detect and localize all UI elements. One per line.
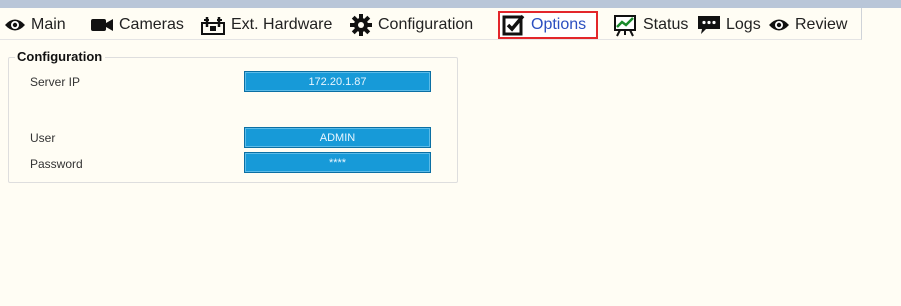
password-field[interactable]: **** <box>244 152 431 173</box>
tab-label: Options <box>531 16 587 33</box>
chat-icon <box>697 14 721 36</box>
window-top-strip <box>0 0 901 8</box>
eye-icon <box>4 17 26 33</box>
checkbox-icon <box>502 14 526 36</box>
password-label: Password <box>30 157 83 171</box>
tab-cameras[interactable]: Cameras <box>90 12 184 38</box>
video-camera-icon <box>90 17 114 33</box>
groupbox-title: Configuration <box>15 49 106 64</box>
tab-review[interactable]: Review <box>768 12 847 38</box>
tab-label: Cameras <box>119 16 184 33</box>
server-ip-label: Server IP <box>30 75 81 89</box>
tab-label: Configuration <box>378 16 474 33</box>
tab-label: Review <box>795 16 848 33</box>
user-field[interactable]: ADMIN <box>244 127 431 148</box>
tab-logs[interactable]: Logs <box>697 12 761 38</box>
tab-label: Status <box>643 16 689 33</box>
tab-label: Main <box>31 16 66 33</box>
tab-ext-hardware[interactable]: Ext. Hardware <box>200 12 332 38</box>
eye-icon <box>768 17 790 33</box>
tab-bar: Main Cameras Ext. Hardware Configuration… <box>0 8 901 40</box>
tab-configuration[interactable]: Configuration <box>349 12 473 38</box>
tab-options[interactable]: Options <box>498 11 599 39</box>
tab-label: Ext. Hardware <box>231 16 333 33</box>
gear-icon <box>349 13 373 37</box>
tab-strip: Main Cameras Ext. Hardware Configuration… <box>0 8 862 40</box>
server-ip-field[interactable]: 172.20.1.87 <box>244 71 431 92</box>
tab-label: Logs <box>726 16 761 33</box>
chart-icon <box>612 13 638 37</box>
tab-main[interactable]: Main <box>4 12 66 38</box>
hardware-icon <box>200 14 226 36</box>
tab-status[interactable]: Status <box>612 12 688 38</box>
user-label: User <box>30 131 56 145</box>
